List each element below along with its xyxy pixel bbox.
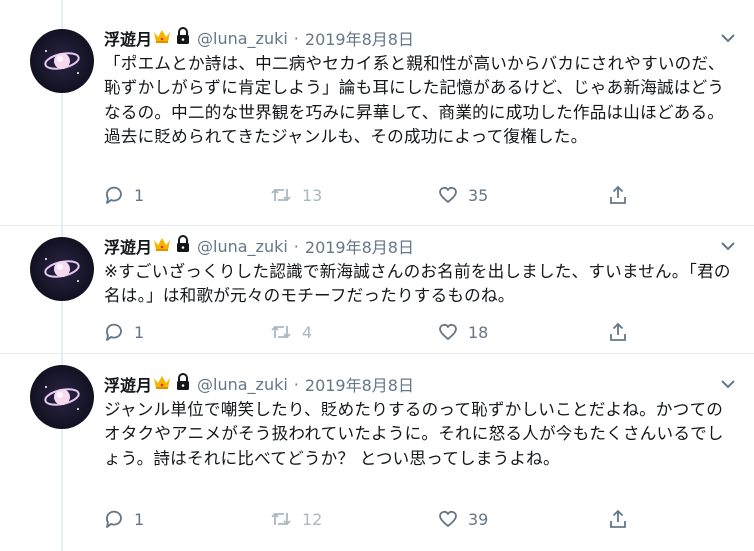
retweet-button[interactable]: 4 — [270, 322, 312, 342]
tweet-2[interactable]: 浮遊月 @luna_zuki · 2019年8月8日 ※すごいざっくりした認識で… — [0, 226, 754, 353]
tweet-text: ※すごいざっくりした認識で新海誠さんのお名前を出しました、すいません。「君の名は… — [104, 262, 731, 306]
chevron-down-icon[interactable] — [720, 238, 736, 254]
timestamp[interactable]: 2019年8月8日 — [305, 26, 414, 50]
crown-icon — [153, 236, 171, 256]
like-button[interactable]: 18 — [438, 322, 488, 342]
tweet-1[interactable]: 浮遊月 @luna_zuki · 2019年8月8日 「ポエムとか詩は、中二病や… — [0, 0, 754, 225]
retweet-icon — [270, 185, 292, 205]
crown-icon — [153, 374, 171, 394]
author-handle[interactable]: @luna_zuki — [197, 375, 288, 394]
retweet-count: 4 — [302, 322, 313, 342]
chevron-down-icon[interactable] — [720, 30, 736, 46]
retweet-icon — [270, 509, 292, 529]
lock-icon — [175, 235, 191, 257]
reply-icon — [104, 509, 124, 529]
avatar[interactable] — [30, 29, 94, 93]
reply-count: 1 — [134, 509, 145, 529]
heart-icon — [438, 322, 458, 342]
timestamp[interactable]: 2019年8月8日 — [305, 234, 414, 258]
avatar[interactable] — [30, 365, 94, 429]
tweet-header: 浮遊月 @luna_zuki · 2019年8月8日 — [104, 234, 414, 258]
share-icon — [608, 509, 628, 529]
timestamp[interactable]: 2019年8月8日 — [305, 372, 414, 396]
like-button[interactable]: 35 — [438, 185, 488, 205]
share-button[interactable] — [608, 322, 628, 342]
separator: · — [293, 28, 299, 48]
chevron-down-icon[interactable] — [720, 376, 736, 392]
separator: · — [293, 374, 299, 394]
tweet-actions: 1 12 39 — [104, 509, 744, 533]
retweet-button[interactable]: 13 — [270, 185, 322, 205]
tweet-text: 「ポエムとか詩は、中二病やセカイ系と親和性が高いからバカにされやすいのだ、恥ずか… — [104, 54, 725, 147]
crown-icon — [153, 28, 171, 48]
reply-button[interactable]: 1 — [104, 509, 144, 529]
lock-icon — [175, 373, 191, 395]
tweet-header: 浮遊月 @luna_zuki · 2019年8月8日 — [104, 372, 414, 396]
heart-icon — [438, 509, 458, 529]
retweet-icon — [270, 322, 292, 342]
reply-count: 1 — [134, 185, 145, 205]
separator: · — [293, 236, 299, 256]
author-name[interactable]: 浮遊月 — [104, 234, 152, 258]
share-icon — [608, 185, 628, 205]
tweet-actions: 1 13 35 — [104, 185, 744, 209]
avatar[interactable] — [30, 237, 94, 301]
reply-count: 1 — [134, 322, 145, 342]
like-count: 39 — [468, 509, 489, 529]
retweet-button[interactable]: 12 — [270, 509, 322, 529]
share-icon — [608, 322, 628, 342]
like-button[interactable]: 39 — [438, 509, 488, 529]
lock-icon — [175, 27, 191, 49]
tweet-3[interactable]: 浮遊月 @luna_zuki · 2019年8月8日 ジャンル単位で嘲笑したり、… — [0, 354, 754, 551]
reply-button[interactable]: 1 — [104, 322, 144, 342]
author-handle[interactable]: @luna_zuki — [197, 237, 288, 256]
tweet-header: 浮遊月 @luna_zuki · 2019年8月8日 — [104, 26, 414, 50]
reply-icon — [104, 322, 124, 342]
reply-icon — [104, 185, 124, 205]
like-count: 18 — [468, 322, 489, 342]
like-count: 35 — [468, 185, 489, 205]
author-name[interactable]: 浮遊月 — [104, 26, 152, 50]
author-name[interactable]: 浮遊月 — [104, 372, 152, 396]
tweet-text: ジャンル単位で嘲笑したり、貶めたりするのって恥ずかしいことだよね。かつてのオタク… — [104, 400, 724, 468]
retweet-count: 12 — [302, 509, 323, 529]
retweet-count: 13 — [302, 185, 323, 205]
share-button[interactable] — [608, 185, 628, 205]
author-handle[interactable]: @luna_zuki — [197, 29, 288, 48]
heart-icon — [438, 185, 458, 205]
share-button[interactable] — [608, 509, 628, 529]
reply-button[interactable]: 1 — [104, 185, 144, 205]
tweet-actions: 1 4 18 — [104, 322, 744, 346]
